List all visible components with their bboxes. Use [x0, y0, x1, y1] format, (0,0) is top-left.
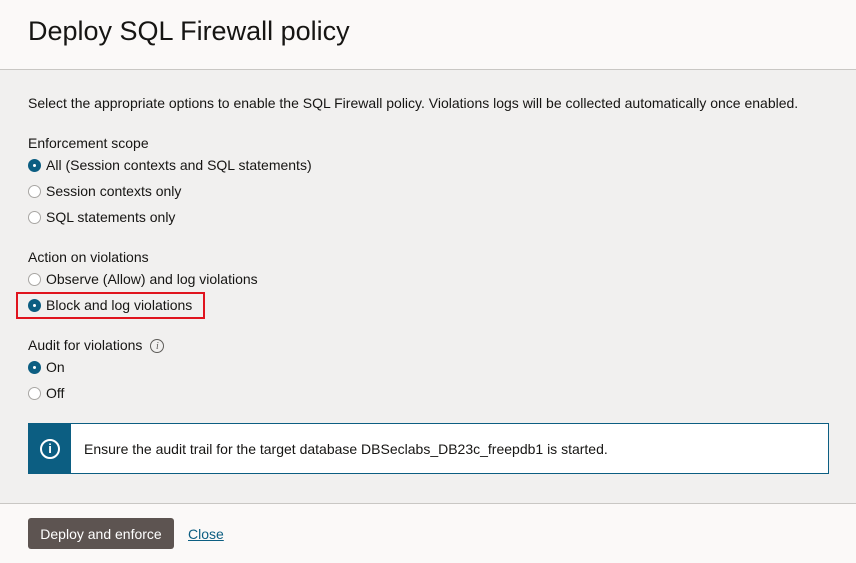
radio-audit-off[interactable]: Off	[28, 383, 64, 403]
banner-icon-cell: i	[29, 424, 71, 473]
radio-label: SQL statements only	[46, 209, 176, 225]
radio-button-checked[interactable]	[28, 298, 41, 312]
dialog-title: Deploy SQL Firewall policy	[28, 16, 350, 46]
radio-scope-session-contexts[interactable]: Session contexts only	[28, 181, 181, 201]
dialog-header: Deploy SQL Firewall policy	[0, 0, 856, 70]
info-icon[interactable]: i	[150, 339, 165, 354]
radio-label: Off	[46, 385, 65, 401]
intro-text: Select the appropriate options to enable…	[28, 95, 799, 111]
deploy-and-enforce-button[interactable]: Deploy and enforce	[28, 518, 174, 549]
audit-for-violations-label-row: Audit for violations i	[28, 337, 165, 354]
radio-label: Block and log violations	[46, 297, 193, 313]
info-banner: i Ensure the audit trail for the target …	[28, 423, 829, 474]
radio-button[interactable]	[28, 386, 41, 400]
audit-for-violations-label: Audit for violations	[28, 337, 143, 353]
radio-button[interactable]	[28, 210, 41, 224]
radio-label: Observe (Allow) and log violations	[46, 271, 258, 287]
info-icon: i	[40, 438, 60, 459]
radio-label: Session contexts only	[46, 183, 182, 199]
dialog-body: Select the appropriate options to enable…	[0, 70, 856, 503]
radio-scope-all[interactable]: All (Session contexts and SQL statements…	[28, 155, 312, 175]
enforcement-scope-label: Enforcement scope	[28, 135, 149, 151]
radio-button[interactable]	[28, 184, 41, 198]
radio-button-checked[interactable]	[28, 158, 41, 172]
radio-label: All (Session contexts and SQL statements…	[46, 157, 312, 173]
dialog-footer: Deploy and enforce Close	[0, 503, 856, 563]
radio-action-observe[interactable]: Observe (Allow) and log violations	[28, 269, 258, 289]
close-link[interactable]: Close	[188, 526, 224, 542]
radio-label: On	[46, 359, 65, 375]
radio-button-checked[interactable]	[28, 360, 41, 374]
deploy-policy-dialog: Deploy SQL Firewall policy Select the ap…	[0, 0, 856, 563]
action-on-violations-label: Action on violations	[28, 249, 149, 265]
radio-button[interactable]	[28, 272, 41, 286]
banner-message: Ensure the audit trail for the target da…	[84, 440, 608, 457]
radio-audit-on[interactable]: On	[28, 357, 65, 377]
radio-scope-sql-statements[interactable]: SQL statements only	[28, 207, 175, 227]
radio-action-block[interactable]: Block and log violations	[28, 295, 192, 315]
